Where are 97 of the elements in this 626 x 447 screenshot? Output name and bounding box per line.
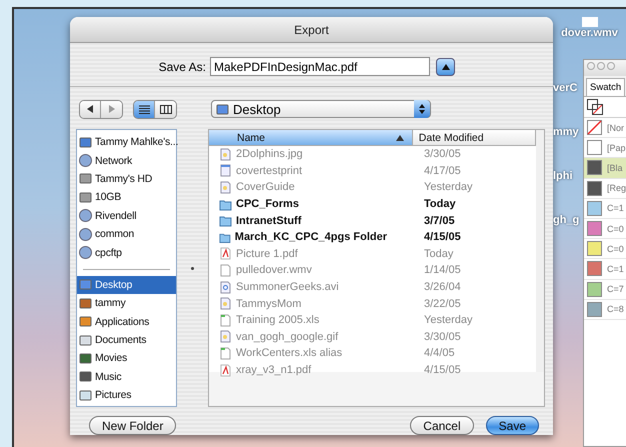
swatch-name: [Pap [607,142,626,153]
document-icon [219,164,232,178]
document-icon [582,17,598,27]
swatch-name: C=7 [607,284,624,294]
list-view-button[interactable] [134,100,155,118]
folder-icon [219,198,232,211]
globe-icon [79,209,92,222]
sort-triangle-icon [396,134,404,140]
date-cell: 3/7/05 [424,214,455,227]
panel-tab[interactable]: Swatch [586,78,626,96]
back-button[interactable] [80,100,101,118]
file-name[interactable]: March_KC_CPC_4pgs Folder [209,230,387,244]
sidebar-item[interactable]: common [77,224,176,244]
sidebar-item[interactable]: Applications [77,312,176,331]
desktop-icon [216,102,229,116]
swatch-row[interactable]: [Reg [584,178,626,199]
sidebar-item[interactable]: Movies [77,349,176,368]
swatch-row[interactable]: C=8 [584,300,626,320]
date-cell: Today [424,248,454,260]
date-cell: Today [424,198,456,210]
folder-icon [219,214,232,228]
swatch-row[interactable]: C=1 [584,259,626,280]
image-file-icon [219,297,232,310]
swatch-row[interactable]: C=0 [584,218,626,240]
globe-icon [79,154,92,168]
push-button[interactable]: New Folder [89,416,176,435]
stepper-icon [414,100,430,118]
left-triangle-icon [87,105,93,114]
spreadsheet-file-icon [219,346,232,360]
pdf-file-icon [219,247,232,260]
sidebar-item[interactable]: Tammy Mahlke's... [77,133,178,152]
date-cell: 3/26/04 [424,281,461,294]
desktop-icon-label: dover.wmv [561,27,618,39]
swatch-row[interactable]: C=7 [584,280,626,300]
column-header[interactable]: Date Modified [412,130,536,145]
date-cell: 3/30/05 [424,330,461,343]
date-cell: 4/15/05 [424,364,461,376]
desktop-icon-label: lphi [553,170,573,182]
date-cell: Yesterday [424,314,473,326]
swatch-row[interactable]: C=0 [584,239,626,260]
date-cell: 3/22/05 [424,298,461,310]
swatch-name: [Nor [607,122,624,133]
desktop-icon [79,278,92,292]
right-triangle-icon [108,105,114,114]
date-cell: 4/4/05 [424,347,455,360]
swatch-name: C=0 [607,244,624,254]
column-header[interactable]: Name [209,130,413,145]
globe-icon [79,246,92,260]
date-cell: 3/30/05 [424,148,461,160]
column-view-icon [160,104,172,114]
swatch-row[interactable]: [Nor [584,118,626,138]
swatch-name: [Reg [607,183,626,194]
fill-stroke-icon [587,99,603,115]
date-cell: 4/15/05 [424,231,461,244]
swatch-row[interactable]: [Bla [584,158,626,179]
date-cell: Yesterday [424,181,473,194]
list-view-icon [138,104,150,114]
desktop-icon-label: verC [553,82,578,94]
splitter-handle[interactable] [191,267,194,270]
date-cell: 4/17/05 [424,164,461,177]
image-file-icon [219,330,232,344]
window-title: Export [70,17,553,44]
sidebar-item[interactable]: 10GB [77,188,176,207]
swatch-name: [Bla [607,162,623,173]
swatch-name: C=8 [607,304,624,314]
save-as-field[interactable]: MakePDFInDesignMac.pdf [210,57,430,76]
desktop-icon-label: mmy [553,126,579,138]
file-name[interactable]: IntranetStuff [209,214,387,228]
sidebar-item[interactable]: Network [77,151,176,170]
sidebar-item[interactable]: Documents [77,330,176,350]
document-icon [79,334,92,347]
swatch-name: C=0 [607,224,624,234]
sidebar-item[interactable]: tammy [77,294,176,313]
location-popup[interactable]: Desktop [211,100,431,118]
image-file-icon [219,180,232,194]
sidebar-item[interactable]: Pictures [77,386,176,404]
sidebar-item[interactable]: Tammy's HD [77,170,176,188]
file-name[interactable]: CPC_Forms [209,198,387,211]
sidebar-item[interactable]: Music [77,368,176,386]
image-file-icon [219,148,232,161]
desktop-icon-label: gh_g [553,214,580,226]
sidebar-item[interactable]: Rivendell [77,206,176,225]
spreadsheet-file-icon [219,314,232,327]
blank-file-icon [219,264,232,277]
swatch-row[interactable]: C=1 [584,198,626,219]
swatch-name: C=1 [607,203,624,214]
sidebar-item[interactable]: cpcftp [77,243,176,262]
push-button[interactable]: Cancel [410,416,474,435]
movie-file-icon [219,280,232,294]
up-triangle-icon [442,64,450,70]
default-button[interactable]: Save [486,416,539,435]
save-as-label: Save As: [158,60,207,74]
date-cell: 1/14/05 [424,264,461,276]
expand-button[interactable] [436,58,455,76]
sidebar-item[interactable]: Desktop [77,276,176,294]
globe-icon [79,228,92,241]
swatch-name: C=1 [607,264,624,274]
